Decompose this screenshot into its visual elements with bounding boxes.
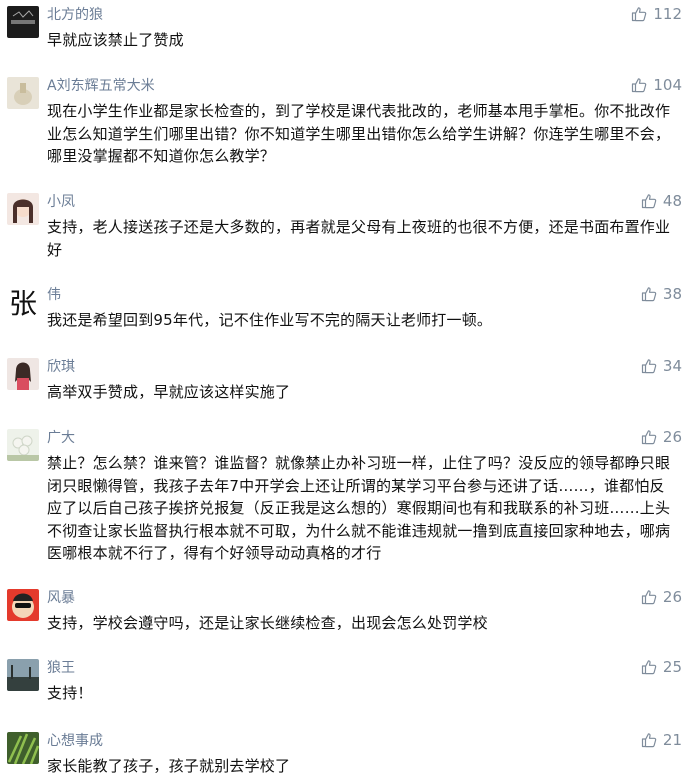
thumbs-up-icon — [641, 590, 657, 605]
username[interactable]: 狼王 — [47, 659, 75, 677]
like-button[interactable]: 112 — [631, 4, 682, 24]
like-button[interactable]: 34 — [641, 356, 682, 376]
like-button[interactable]: 48 — [641, 191, 682, 211]
like-count: 26 — [662, 428, 682, 446]
comment-text: 早就应该禁止了赞成 — [47, 31, 184, 49]
avatar[interactable] — [7, 77, 39, 109]
like-count: 21 — [662, 731, 682, 749]
avatar[interactable] — [7, 6, 39, 38]
like-button[interactable]: 104 — [631, 75, 682, 95]
like-count: 26 — [662, 588, 682, 606]
like-count: 25 — [662, 658, 682, 676]
like-count: 48 — [662, 192, 682, 210]
avatar[interactable] — [7, 659, 39, 691]
username[interactable]: A刘东辉五常大米 — [47, 77, 155, 95]
avatar[interactable]: 张 — [7, 286, 39, 318]
thumbs-up-icon — [632, 7, 647, 22]
comment-text: 禁止？怎么禁？谁来管？谁监督？就像禁止办补习班一样，止住了吗？没反应的领导都睁只… — [47, 454, 671, 562]
like-button[interactable]: 26 — [641, 587, 682, 607]
like-button[interactable]: 38 — [641, 284, 682, 304]
like-count: 34 — [662, 357, 682, 375]
avatar[interactable] — [7, 358, 39, 390]
comment-text: 我还是希望回到95年代，记不住作业写不完的隔天让老师打一顿。 — [47, 311, 493, 329]
thumbs-up-icon — [641, 359, 657, 374]
comment-text: 支持，学校会遵守吗，还是让家长继续检查，出现会怎么处罚学校 — [47, 614, 488, 632]
comment-text: 高举双手赞成，早就应该这样实施了 — [47, 383, 291, 401]
thumbs-up-icon — [641, 660, 657, 675]
thumbs-up-icon — [641, 430, 657, 445]
thumbs-up-icon — [641, 733, 657, 748]
username[interactable]: 广大 — [47, 429, 75, 447]
avatar[interactable] — [7, 429, 39, 461]
comment-text: 支持！ — [47, 684, 93, 702]
comment-text: 家长能教了孩子，孩子就别去学校了 — [47, 757, 291, 775]
username[interactable]: 北方的狼 — [47, 6, 103, 24]
comment-text: 支持，老人接送孩子还是大多数的，再者就是父母有上夜班的也很不方便，还是书面布置作… — [47, 218, 671, 259]
comment-text: 现在小学生作业都是家长检查的，到了学校是课代表批改的，老师基本甩手掌柜。你不批改… — [47, 102, 671, 165]
like-count: 104 — [653, 76, 682, 94]
avatar[interactable] — [7, 193, 39, 225]
username[interactable]: 欣琪 — [47, 358, 75, 376]
username[interactable]: 伟 — [47, 286, 61, 304]
thumbs-up-icon — [641, 194, 657, 209]
like-button[interactable]: 25 — [641, 657, 682, 677]
like-button[interactable]: 21 — [641, 730, 682, 750]
thumbs-up-icon — [641, 287, 657, 302]
thumbs-up-icon — [632, 78, 647, 93]
username[interactable]: 风暴 — [47, 589, 75, 607]
avatar[interactable] — [7, 732, 39, 764]
avatar[interactable] — [7, 589, 39, 621]
avatar-calligraphy: 张 — [9, 287, 37, 318]
like-button[interactable]: 26 — [641, 427, 682, 447]
like-count: 112 — [653, 5, 682, 23]
like-count: 38 — [662, 285, 682, 303]
username[interactable]: 心想事成 — [47, 732, 103, 750]
username[interactable]: 小凤 — [47, 193, 75, 211]
